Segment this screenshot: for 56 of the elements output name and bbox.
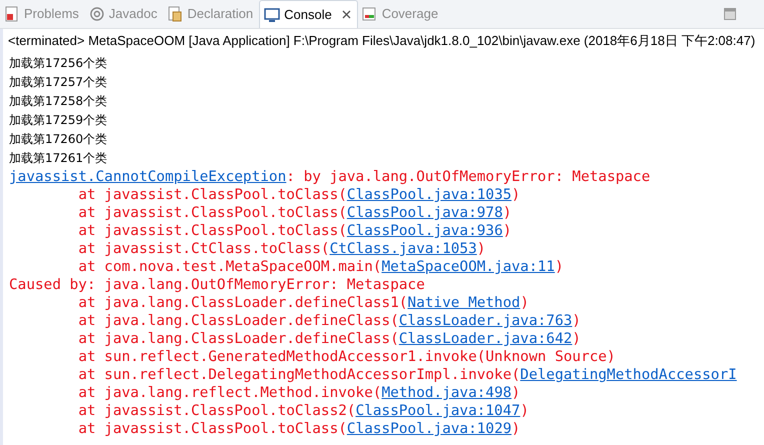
console-text: ) — [502, 223, 512, 239]
source-link[interactable]: ClassLoader.java:642 — [398, 331, 572, 347]
console-text: at sun.reflect.GeneratedMethodAccessor1.invoke(Unknown Source) — [77, 349, 616, 365]
console-text: at java.lang.ClassLoader.defineClass1( — [77, 295, 408, 311]
source-link[interactable]: javassist.CannotCompileException — [9, 169, 286, 185]
tab[interactable]: Coverage — [358, 0, 444, 27]
document-icon — [4, 6, 20, 22]
source-link[interactable]: MetaSpaceOOM.java:11 — [382, 259, 555, 275]
tab[interactable]: Javadoc — [84, 0, 164, 27]
source-link[interactable]: Native Method — [408, 295, 520, 311]
console-text: ) — [572, 331, 581, 347]
console-text: 加载第17259个类 — [9, 113, 108, 127]
console-text: at java.lang.reflect.Method.invoke( — [77, 385, 382, 401]
console-text: ) — [502, 205, 512, 221]
console-text: at java.lang.ClassLoader.defineClass( — [77, 313, 399, 329]
console-text: ) — [520, 403, 529, 419]
document-icon — [167, 6, 184, 22]
tab[interactable]: Console — [259, 0, 358, 28]
console-text: at com.nova.test.MetaSpaceOOM.main( — [77, 259, 382, 275]
console-text: 加载第17260个类 — [9, 132, 108, 146]
console-text: at sun.reflect.DelegatingMethodAccessorImpl.invoke( — [77, 367, 520, 383]
source-link[interactable]: ClassPool.java:978 — [346, 205, 503, 221]
console-text: at java.lang.ClassLoader.defineClass( — [77, 331, 399, 347]
console-text: ) — [512, 187, 520, 203]
console-text: ) — [512, 385, 520, 401]
console-header: <terminated> MetaSpaceOOM [Java Application] F:\Program Files\Java\jdk1.8.0_102\bin\javaw.exe (2018年6月18日 下午2:08:47) — [7, 32, 756, 48]
console-text: : by java.lang.OutOfMemoryError: Metaspace — [286, 169, 650, 185]
console-text: at javassist.ClassPool.toClass( — [77, 187, 347, 203]
close-icon[interactable] — [342, 10, 351, 19]
console-text: 加载第17261个类 — [9, 151, 108, 165]
console-text: ) — [520, 295, 529, 311]
console-text: Caused by: java.lang.OutOfMemoryError: Metaspace — [9, 277, 425, 293]
tab[interactable]: Declaration — [163, 0, 260, 27]
source-link[interactable]: ClassPool.java:1029 — [346, 421, 512, 437]
console-text: 加载第17257个类 — [9, 75, 108, 89]
console-text: ) — [572, 313, 581, 329]
console-text: at javassist.CtClass.toClass( — [77, 241, 330, 257]
console-text: at javassist.ClassPool.toClass2( — [77, 403, 356, 419]
console-text: at javassist.ClassPool.toClass( — [77, 421, 347, 437]
console-text: at javassist.ClassPool.toClass( — [77, 205, 347, 221]
tab[interactable]: Problems — [0, 0, 85, 27]
source-link[interactable]: ClassLoader.java:763 — [398, 313, 572, 329]
console-text: ) — [476, 241, 486, 257]
source-link[interactable]: DelegatingMethodAccessorI — [520, 367, 737, 383]
console-text: at javassist.ClassPool.toClass( — [77, 223, 347, 239]
source-link[interactable]: CtClass.java:1053 — [330, 241, 477, 257]
monitor-icon — [264, 6, 280, 22]
source-link[interactable]: ClassPool.java:1047 — [356, 403, 520, 419]
source-link[interactable]: ClassPool.java:1035 — [346, 187, 512, 203]
chart-icon — [362, 6, 378, 22]
source-link[interactable]: Method.java:498 — [382, 385, 512, 401]
console-text: 加载第17256个类 — [9, 56, 108, 70]
console-text: ) — [512, 421, 520, 437]
console-text: 加载第17258个类 — [9, 94, 108, 108]
console-text: ) — [554, 259, 564, 275]
source-link[interactable]: ClassPool.java:936 — [346, 223, 503, 239]
